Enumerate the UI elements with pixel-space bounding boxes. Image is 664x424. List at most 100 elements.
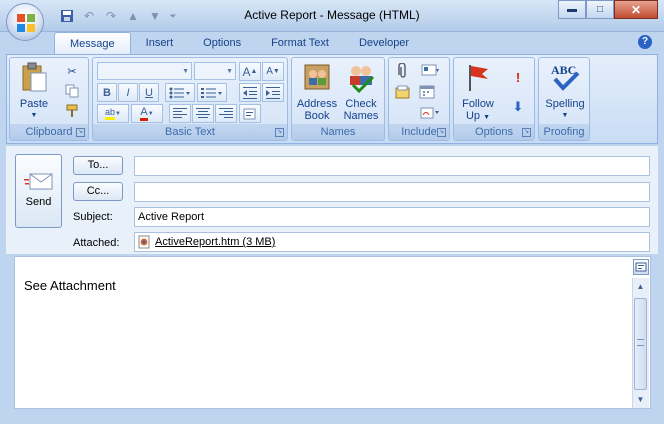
align-left-button[interactable] <box>169 104 191 123</box>
numbering-icon <box>201 87 222 98</box>
clipboard-launcher-icon[interactable]: ↘ <box>76 128 85 137</box>
cc-field[interactable] <box>134 182 650 202</box>
scroll-down-icon[interactable]: ▼ <box>634 393 647 407</box>
proofing-group: ABC Spelling ▼ Proofing <box>538 57 590 141</box>
body-text[interactable]: See Attachment <box>24 278 116 293</box>
grow-font-button[interactable]: A ▲ <box>239 62 261 81</box>
decrease-indent-button[interactable] <box>239 83 261 102</box>
address-book-label-1: Address <box>296 98 338 110</box>
help-icon[interactable]: ? <box>638 35 652 49</box>
align-right-icon <box>219 108 233 118</box>
tab-format-text[interactable]: Format Text <box>256 32 344 54</box>
follow-up-label-2: Up ▼ <box>465 110 491 122</box>
check-names-label-1: Check <box>345 98 377 110</box>
business-card-icon[interactable] <box>417 62 443 80</box>
proofing-group-label: Proofing <box>539 124 589 140</box>
paste-dropdown-icon: ▼ <box>30 112 38 119</box>
paste-button[interactable]: Paste ▼ <box>14 61 54 122</box>
paste-label: Paste <box>19 98 49 110</box>
increase-indent-button[interactable] <box>262 83 284 102</box>
font-size-combo[interactable]: ▼ <box>194 62 236 80</box>
check-names-button[interactable]: Check Names <box>340 61 382 122</box>
to-field[interactable] <box>134 156 650 176</box>
follow-up-label-1: Follow <box>462 98 494 110</box>
tab-options[interactable]: Options <box>188 32 256 54</box>
low-importance-icon[interactable]: ⬇ <box>508 98 528 116</box>
paste-icon <box>22 62 47 92</box>
basic-text-group-label: Basic Text <box>93 124 287 140</box>
bold-button[interactable]: B <box>97 83 117 102</box>
subject-field[interactable]: Active Report <box>134 207 650 227</box>
align-center-icon <box>196 108 210 118</box>
attachment-link[interactable]: ActiveReport.htm (3 MB) <box>155 233 275 251</box>
clipboard-group: Paste ▼ ✂ Clipboard ↘ <box>9 57 89 141</box>
bullets-icon <box>169 87 190 98</box>
html-file-icon <box>138 235 150 249</box>
font-name-combo[interactable]: ▼ <box>97 62 192 80</box>
spelling-dropdown-icon: ▼ <box>561 112 569 119</box>
shrink-font-button[interactable]: A ▼ <box>262 62 284 81</box>
cut-icon[interactable]: ✂ <box>62 62 82 80</box>
names-group-label: Names <box>292 124 384 140</box>
high-importance-icon[interactable]: ! <box>508 68 528 86</box>
names-group: Address Book Check Names Names <box>291 57 385 141</box>
follow-up-button[interactable]: Follow Up ▼ <box>456 61 500 124</box>
ribbon: Paste ▼ ✂ Clipboard ↘ ▼ ▼ A▲ A▼ B I U <box>6 54 658 144</box>
subject-label: Subject: <box>73 211 113 223</box>
align-center-button[interactable] <box>192 104 214 123</box>
minimize-button[interactable]: ▬ <box>558 0 586 19</box>
tab-insert[interactable]: Insert <box>131 32 189 54</box>
ruler-toggle-icon[interactable] <box>633 259 649 275</box>
address-book-button[interactable]: Address Book <box>294 61 340 122</box>
window-bottom-frame <box>0 412 664 424</box>
ribbon-tabs: Message Insert Options Format Text Devel… <box>54 32 424 54</box>
chevron-down-icon: ▼ <box>182 68 189 75</box>
check-names-label-2: Names <box>343 110 379 122</box>
chevron-down-icon: ▼ <box>226 68 233 75</box>
copy-icon[interactable] <box>62 82 82 100</box>
include-group: Include ↘ <box>388 57 450 141</box>
options-launcher-icon[interactable]: ↘ <box>522 128 531 137</box>
bullets-button[interactable] <box>165 83 195 102</box>
increase-indent-icon <box>266 86 280 99</box>
numbering-button[interactable] <box>197 83 227 102</box>
italic-button[interactable]: I <box>118 83 138 102</box>
send-button[interactable]: Send <box>15 154 62 228</box>
check-names-icon <box>350 66 375 94</box>
options-group: Follow Up ▼ ! ⬇ Options ↘ <box>453 57 535 141</box>
clear-formatting-button[interactable] <box>239 104 261 123</box>
calendar-icon[interactable] <box>417 83 437 101</box>
align-left-icon <box>173 108 187 118</box>
attach-file-icon[interactable] <box>393 62 413 80</box>
signature-icon[interactable] <box>417 104 443 122</box>
tab-message[interactable]: Message <box>54 32 131 54</box>
window-controls: ▬ □ ✕ <box>558 0 658 19</box>
tab-developer[interactable]: Developer <box>344 32 424 54</box>
format-painter-icon[interactable] <box>62 102 82 120</box>
highlight-button[interactable]: ab ▼ <box>97 104 129 123</box>
spelling-check-icon: ABC <box>551 63 580 91</box>
spelling-label: Spelling <box>545 98 585 110</box>
cc-button[interactable]: Cc... <box>73 182 123 201</box>
address-book-label-2: Book <box>304 110 330 122</box>
svg-text:ABC: ABC <box>551 63 576 77</box>
office-button[interactable] <box>6 3 44 41</box>
office-logo-icon <box>17 14 35 32</box>
font-color-button[interactable]: A ▼ <box>131 104 163 123</box>
include-launcher-icon[interactable]: ↘ <box>437 128 446 137</box>
basic-text-group: ▼ ▼ A ▲ A ▼ B I U ab ▼ A ▼ Basic Text ↘ <box>92 57 288 141</box>
close-button[interactable]: ✕ <box>614 0 658 19</box>
to-button[interactable]: To... <box>73 156 123 175</box>
scroll-grip-icon <box>637 339 644 346</box>
spelling-button[interactable]: ABC Spelling ▼ <box>541 61 589 122</box>
maximize-button[interactable]: □ <box>586 0 614 19</box>
align-right-button[interactable] <box>215 104 237 123</box>
basic-text-launcher-icon[interactable]: ↘ <box>275 128 284 137</box>
decrease-indent-icon <box>243 86 257 99</box>
flag-icon <box>469 65 488 91</box>
attached-label: Attached: <box>73 237 120 249</box>
underline-button[interactable]: U <box>139 83 159 102</box>
scroll-up-icon[interactable]: ▲ <box>634 280 647 294</box>
clear-formatting-icon <box>243 108 256 119</box>
attach-item-icon[interactable] <box>393 83 413 101</box>
